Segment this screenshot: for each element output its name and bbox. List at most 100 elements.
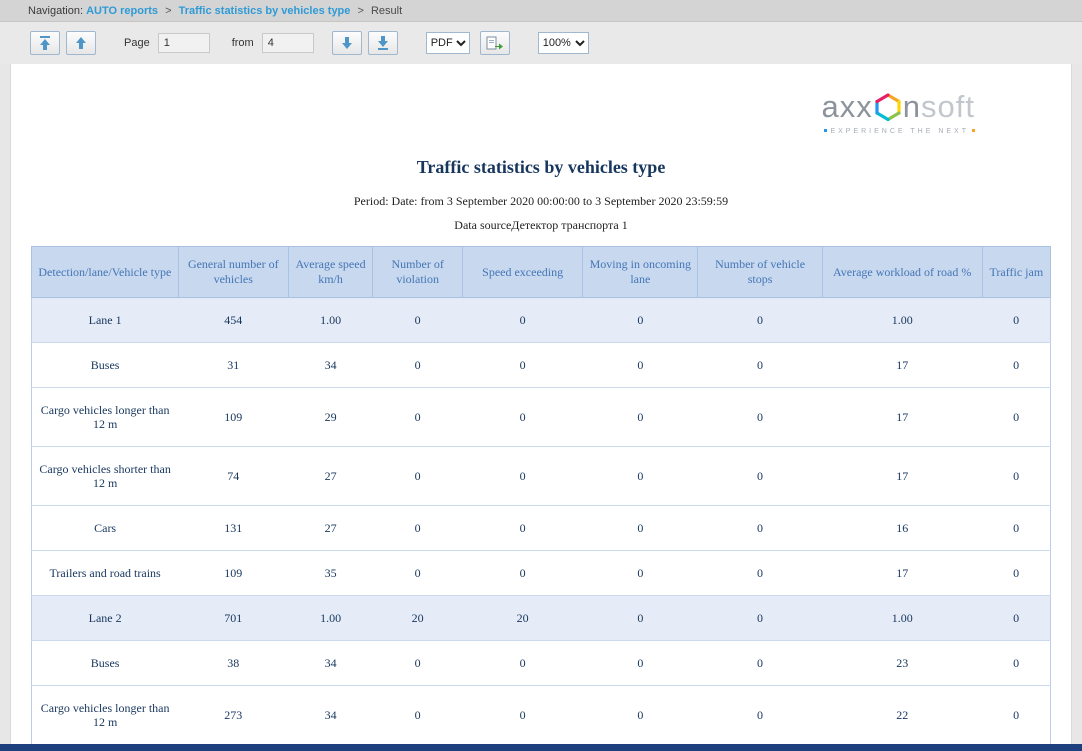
value-cell: 0 bbox=[982, 447, 1050, 506]
row-label-cell: Lane 1 bbox=[32, 298, 179, 343]
value-cell: 20 bbox=[373, 596, 463, 641]
breadcrumb-result: Result bbox=[371, 5, 402, 17]
export-icon bbox=[486, 36, 503, 50]
breadcrumb-separator: > bbox=[357, 5, 363, 17]
value-cell: 0 bbox=[463, 447, 583, 506]
value-cell: 109 bbox=[178, 388, 288, 447]
value-cell: 0 bbox=[583, 506, 698, 551]
value-cell: 0 bbox=[698, 596, 822, 641]
row-label-cell: Buses bbox=[32, 343, 179, 388]
logo-tagline: EXPERIENCE THE NEXT bbox=[822, 128, 975, 135]
from-label: from bbox=[232, 37, 254, 49]
value-cell: 0 bbox=[583, 551, 698, 596]
value-cell: 31 bbox=[178, 343, 288, 388]
value-cell: 0 bbox=[698, 343, 822, 388]
logo-text-n: n bbox=[903, 92, 921, 122]
breadcrumb-report-type[interactable]: Traffic statistics by vehicles type bbox=[179, 5, 351, 17]
page: Navigation: AUTO reports > Traffic stati… bbox=[0, 0, 1082, 751]
value-cell: 0 bbox=[463, 298, 583, 343]
column-header: General number of vehicles bbox=[178, 247, 288, 298]
vehicle-row: Cars131270000160 bbox=[32, 506, 1051, 551]
value-cell: 17 bbox=[822, 388, 982, 447]
value-cell: 0 bbox=[373, 551, 463, 596]
value-cell: 27 bbox=[288, 506, 373, 551]
value-cell: 17 bbox=[822, 343, 982, 388]
table-body: Lane 14541.0000001.000Buses31340000170Ca… bbox=[32, 298, 1051, 745]
value-cell: 22 bbox=[822, 686, 982, 745]
breadcrumb-auto-reports[interactable]: AUTO reports bbox=[86, 5, 158, 17]
export-button[interactable] bbox=[480, 31, 510, 55]
row-label-cell: Cars bbox=[32, 506, 179, 551]
value-cell: 0 bbox=[698, 447, 822, 506]
row-label-cell: Cargo vehicles shorter than 12 m bbox=[32, 447, 179, 506]
page-number-input[interactable] bbox=[158, 33, 210, 53]
value-cell: 34 bbox=[288, 686, 373, 745]
value-cell: 0 bbox=[583, 686, 698, 745]
breadcrumb-bar: Navigation: AUTO reports > Traffic stati… bbox=[0, 0, 1082, 22]
vehicle-row: Cargo vehicles longer than 12 m109290000… bbox=[32, 388, 1051, 447]
report-title: Traffic statistics by vehicles type bbox=[11, 156, 1071, 178]
value-cell: 701 bbox=[178, 596, 288, 641]
value-cell: 0 bbox=[583, 343, 698, 388]
value-cell: 0 bbox=[698, 551, 822, 596]
breadcrumb-separator: > bbox=[165, 5, 171, 17]
value-cell: 0 bbox=[463, 506, 583, 551]
value-cell: 0 bbox=[698, 506, 822, 551]
value-cell: 0 bbox=[698, 388, 822, 447]
value-cell: 17 bbox=[822, 447, 982, 506]
value-cell: 0 bbox=[583, 447, 698, 506]
navigation-label: Navigation: bbox=[28, 5, 83, 17]
value-cell: 0 bbox=[373, 447, 463, 506]
column-header: Traffic jam bbox=[982, 247, 1050, 298]
value-cell: 0 bbox=[463, 343, 583, 388]
value-cell: 0 bbox=[698, 686, 822, 745]
value-cell: 0 bbox=[373, 388, 463, 447]
column-header: Average workload of road % bbox=[822, 247, 982, 298]
value-cell: 0 bbox=[463, 686, 583, 745]
arrow-up-bar-icon bbox=[39, 36, 51, 50]
vehicle-row: Cargo vehicles longer than 12 m273340000… bbox=[32, 686, 1051, 745]
value-cell: 0 bbox=[463, 388, 583, 447]
value-cell: 0 bbox=[982, 641, 1050, 686]
column-header: Speed exceeding bbox=[463, 247, 583, 298]
row-label-cell: Buses bbox=[32, 641, 179, 686]
value-cell: 74 bbox=[178, 447, 288, 506]
value-cell: 1.00 bbox=[822, 298, 982, 343]
value-cell: 273 bbox=[178, 686, 288, 745]
vehicle-row: Trailers and road trains109350000170 bbox=[32, 551, 1051, 596]
vehicle-row: Buses38340000230 bbox=[32, 641, 1051, 686]
logo-text-axx: axx bbox=[822, 92, 873, 122]
value-cell: 0 bbox=[463, 551, 583, 596]
value-cell: 1.00 bbox=[822, 596, 982, 641]
value-cell: 109 bbox=[178, 551, 288, 596]
next-page-button[interactable] bbox=[332, 31, 362, 55]
logo-text-soft: soft bbox=[921, 92, 975, 122]
value-cell: 0 bbox=[698, 298, 822, 343]
value-cell: 1.00 bbox=[288, 596, 373, 641]
lane-row: Lane 14541.0000001.000 bbox=[32, 298, 1051, 343]
value-cell: 27 bbox=[288, 447, 373, 506]
value-cell: 23 bbox=[822, 641, 982, 686]
row-label-cell: Cargo vehicles longer than 12 m bbox=[32, 388, 179, 447]
value-cell: 38 bbox=[178, 641, 288, 686]
last-page-button[interactable] bbox=[368, 31, 398, 55]
export-format-select[interactable]: PDF bbox=[426, 32, 470, 54]
value-cell: 0 bbox=[583, 596, 698, 641]
value-cell: 0 bbox=[373, 343, 463, 388]
report-table: Detection/lane/Vehicle typeGeneral numbe… bbox=[31, 246, 1051, 745]
toolbar: Page from PDF 100% bbox=[0, 22, 1082, 64]
value-cell: 35 bbox=[288, 551, 373, 596]
zoom-select[interactable]: 100% bbox=[538, 32, 589, 54]
value-cell: 0 bbox=[982, 388, 1050, 447]
total-pages-input[interactable] bbox=[262, 33, 314, 53]
column-header: Number of vehicle stops bbox=[698, 247, 822, 298]
value-cell: 0 bbox=[698, 641, 822, 686]
value-cell: 20 bbox=[463, 596, 583, 641]
value-cell: 17 bbox=[822, 551, 982, 596]
column-header: Moving in oncoming lane bbox=[583, 247, 698, 298]
first-page-button[interactable] bbox=[30, 31, 60, 55]
value-cell: 0 bbox=[463, 641, 583, 686]
arrow-down-bar-icon bbox=[377, 36, 389, 50]
previous-page-button[interactable] bbox=[66, 31, 96, 55]
value-cell: 0 bbox=[373, 641, 463, 686]
